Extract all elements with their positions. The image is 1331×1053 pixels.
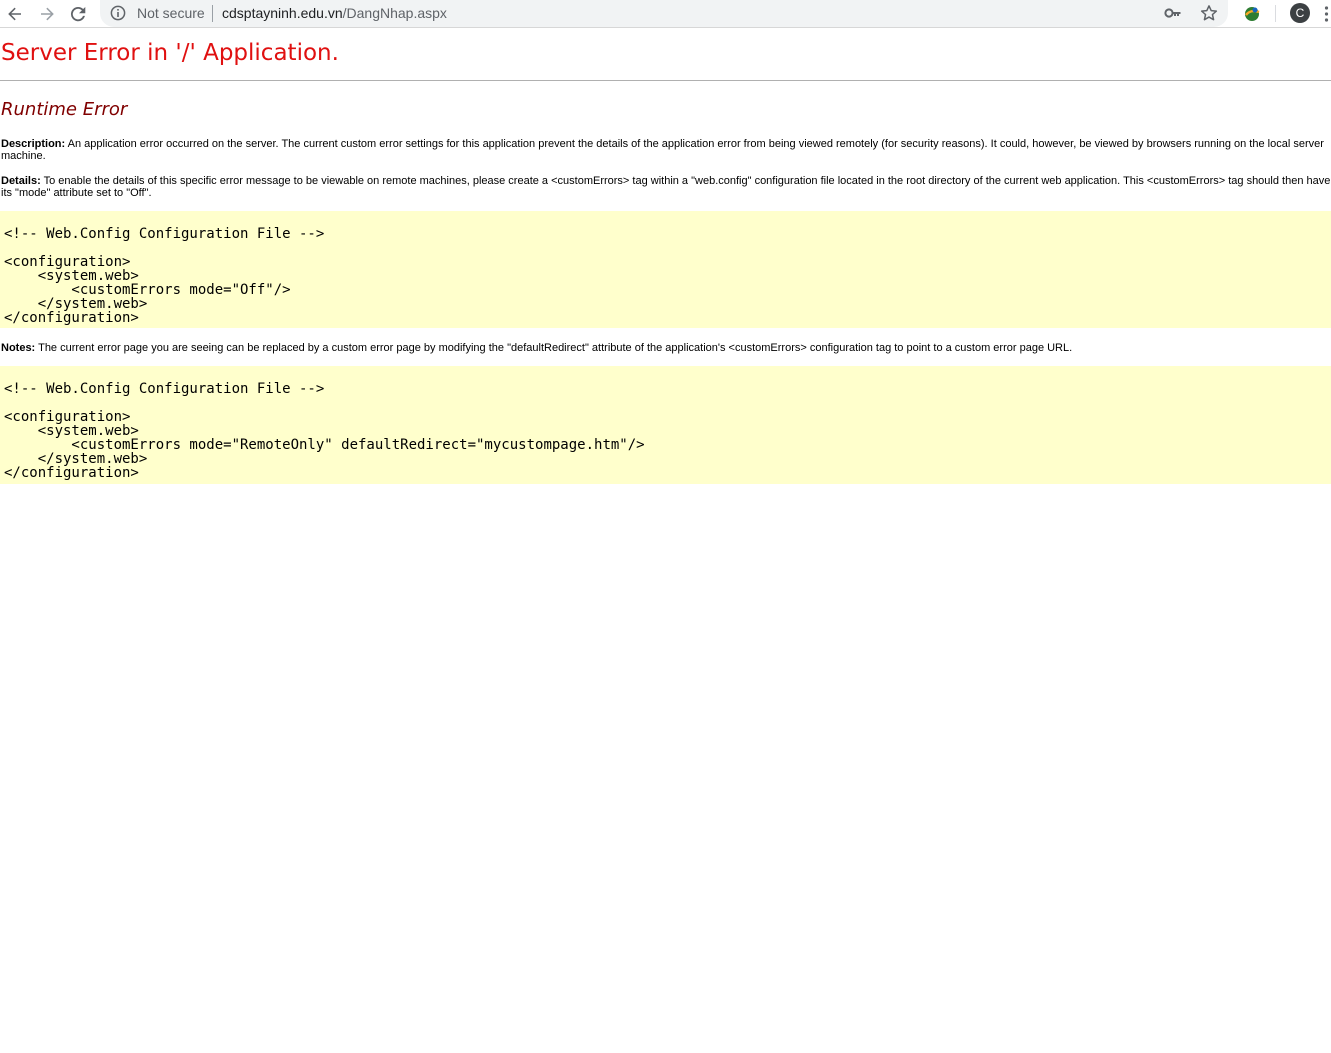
config-code-2: <!-- Web.Config Configuration File --> <… [4, 381, 645, 481]
notes-paragraph: Notes: The current error page you are se… [1, 342, 1331, 354]
error-subtitle: Runtime Error [1, 99, 128, 120]
browser-toolbar: Not secure cdsptayninh.edu.vn/DangNhap.a… [0, 0, 1331, 28]
config-code-block-1: <!-- Web.Config Configuration File --> <… [0, 211, 1331, 328]
reload-button[interactable] [67, 3, 89, 25]
description-label: Description: [1, 138, 66, 150]
details-paragraph: Details: To enable the details of this s… [1, 175, 1331, 199]
forward-button[interactable] [36, 3, 58, 25]
info-icon[interactable] [110, 5, 126, 21]
config-code-1: <!-- Web.Config Configuration File --> <… [4, 226, 325, 326]
url-host: cdsptayninh.edu.vn [222, 5, 343, 21]
address-bar[interactable]: Not secure cdsptayninh.edu.vn/DangNhap.a… [100, 0, 1228, 27]
back-icon [8, 7, 21, 21]
page-title: Server Error in '/' Application. [1, 40, 339, 66]
reload-icon [70, 6, 86, 22]
profile-avatar[interactable]: C [1290, 3, 1310, 23]
star-icon[interactable] [1200, 4, 1218, 22]
back-button[interactable] [4, 3, 26, 25]
key-icon[interactable] [1164, 5, 1182, 21]
title-divider [0, 80, 1331, 81]
description-paragraph: Description: An application error occurr… [1, 138, 1331, 162]
notes-text: The current error page you are seeing ca… [38, 342, 1073, 354]
security-status[interactable]: Not secure [137, 5, 205, 22]
extension-icon[interactable] [1242, 4, 1262, 24]
details-label: Details: [1, 175, 41, 187]
omnibox-separator [212, 5, 213, 22]
details-text: To enable the details of this specific e… [1, 175, 1331, 199]
toolbar-divider [1275, 5, 1276, 22]
notes-label: Notes: [1, 342, 36, 354]
forward-icon [41, 7, 54, 21]
config-code-block-2: <!-- Web.Config Configuration File --> <… [0, 366, 1331, 484]
menu-icon[interactable] [1322, 5, 1331, 23]
url-path: /DangNhap.aspx [342, 5, 447, 21]
description-text: An application error occurred on the ser… [1, 138, 1324, 162]
url-text[interactable]: cdsptayninh.edu.vn/DangNhap.aspx [222, 5, 447, 22]
